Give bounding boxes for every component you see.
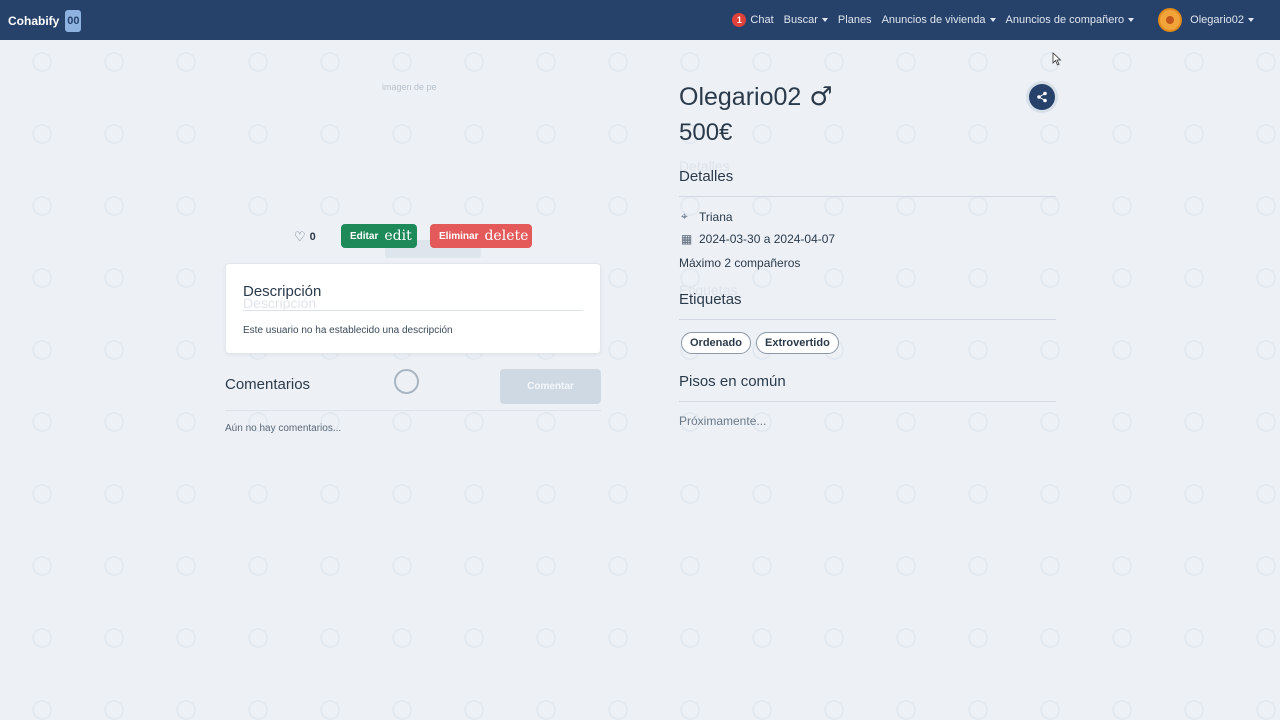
caret-down-icon — [989, 18, 996, 22]
tag-ordenado: Ordenado — [681, 332, 751, 354]
brand-link[interactable]: Cohabify 00 — [8, 10, 82, 32]
comments-title: Comentarios — [225, 376, 311, 393]
profile-title: Olegario02 ♂ — [679, 82, 833, 112]
caret-down-icon — [1248, 18, 1254, 22]
like-button[interactable]: ♡ 0 — [294, 229, 316, 245]
location-pin-icon: ⌖ — [681, 209, 688, 223]
male-gender-icon: ♂ — [809, 82, 833, 112]
share-button[interactable] — [1029, 84, 1055, 110]
delete-button-label: Eliminar — [439, 230, 479, 242]
dates-row: ▦ 2024-03-30 a 2024-04-07 — [681, 232, 835, 246]
no-comments-text: Aún no hay comentarios... — [225, 423, 342, 434]
nav-planes[interactable]: Planes — [838, 14, 872, 26]
caret-down-icon — [1128, 18, 1135, 22]
user-avatar[interactable] — [1158, 8, 1183, 32]
nav-anuncios-companero-label: Anuncios de compañero — [1005, 14, 1125, 26]
common-text: Próximamente... — [679, 414, 767, 428]
chat-badge: 1 — [732, 13, 747, 27]
details-title: Detalles — [679, 168, 734, 185]
loading-spinner — [394, 369, 419, 394]
common-divider — [679, 401, 1056, 402]
nav-buscar-label: Buscar — [783, 14, 818, 26]
location-row: ⌖ Triana — [681, 209, 733, 224]
nav-user-dropdown[interactable]: Olegario02 — [1190, 14, 1254, 26]
description-text: Este usuario no ha establecido una descr… — [243, 325, 453, 336]
caret-down-icon — [821, 18, 828, 22]
max-companions-row: Máximo 2 compañeros — [679, 256, 800, 270]
heart-icon: ♡ — [294, 229, 306, 244]
edit-button-label: Editar — [350, 230, 379, 242]
delete-button[interactable]: Eliminar delete — [430, 224, 532, 248]
description-divider — [243, 310, 583, 311]
calendar-icon: ▦ — [681, 232, 693, 246]
tag-extrovertido: Extrovertido — [756, 332, 839, 354]
mouse-cursor-icon — [1052, 52, 1062, 66]
comments-divider — [225, 410, 601, 411]
profile-username: Olegario02 — [679, 82, 802, 111]
delete-icon: delete — [484, 228, 529, 244]
description-card: Descripción Descripción Este usuario no … — [225, 263, 601, 354]
price: 500€ — [679, 119, 733, 146]
nav-buscar-dropdown[interactable]: Buscar — [784, 14, 828, 26]
max-companions-text: Máximo 2 compañeros — [679, 256, 801, 270]
share-icon — [1037, 91, 1047, 103]
nav-anuncios-vivienda-dropdown[interactable]: Anuncios de vivienda — [882, 14, 996, 26]
dates-text: 2024-03-30 a 2024-04-07 — [699, 232, 836, 246]
nav-username: Olegario02 — [1190, 14, 1244, 26]
profile-image-placeholder: imagen de pe — [382, 82, 437, 92]
nav-anuncios-companero-dropdown[interactable]: Anuncios de compañero — [1006, 14, 1135, 26]
description-title: Descripción — [243, 283, 322, 300]
comment-button[interactable]: Comentar — [500, 369, 601, 404]
common-title: Pisos en común — [679, 373, 786, 390]
nav-anuncios-vivienda-label: Anuncios de vivienda — [881, 14, 986, 26]
nav-planes-label: Planes — [837, 14, 872, 26]
brand-name: Cohabify — [8, 14, 60, 28]
tags-divider — [679, 319, 1056, 320]
tags-title: Etiquetas — [679, 291, 742, 308]
nav-chat-label: Chat — [750, 14, 774, 26]
brand-logo-icon: 00 — [65, 10, 82, 32]
location-text: Triana — [699, 209, 733, 224]
nav-chat[interactable]: 1 Chat — [732, 13, 774, 27]
edit-button[interactable]: Editar edit — [341, 224, 417, 248]
details-divider — [679, 196, 1056, 197]
top-navbar: Cohabify 00 1 Chat Buscar Planes Anuncio… — [0, 0, 1280, 40]
edit-icon: edit — [384, 228, 412, 244]
nav-menu: 1 Chat Buscar Planes Anuncios de viviend… — [722, 0, 1254, 40]
like-count: 0 — [309, 231, 316, 243]
